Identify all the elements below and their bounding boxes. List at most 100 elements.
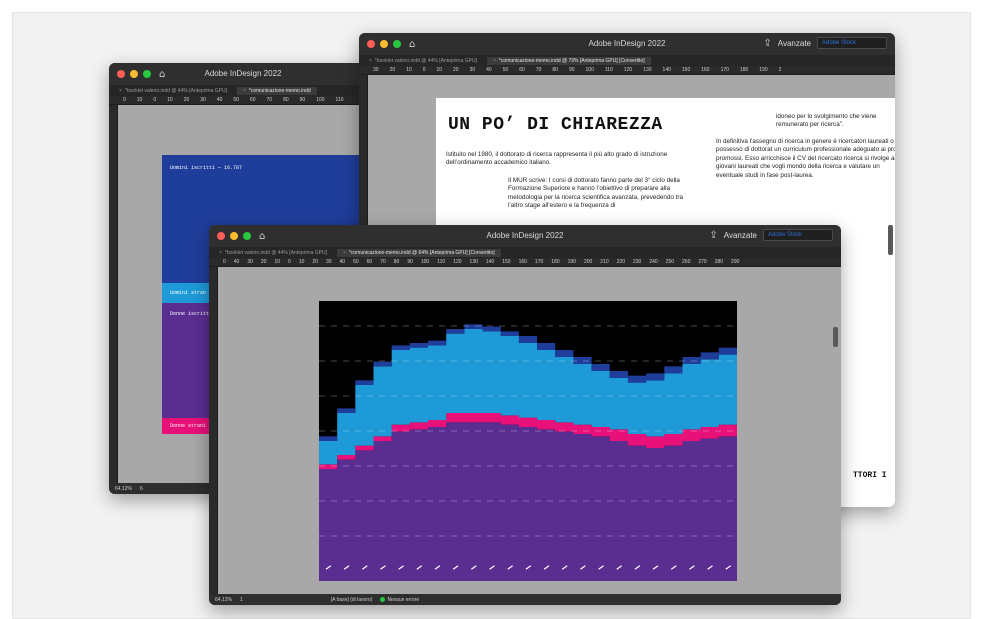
minimize-button[interactable] [230,232,238,240]
cut-heading-text: TTORI I [853,471,887,480]
ruler-tick-label: 180 [551,259,560,265]
tab-booklet[interactable]: × *booklet valerio.indd @ 44% [Anteprima … [363,57,483,65]
ruler-tick-label: 230 [632,259,642,265]
indesign-window-front[interactable]: ⌂ Adobe InDesign 2022 ⇪ Avanzate Adobe S… [209,225,841,605]
ruler-tick-label: 10 [274,259,281,265]
close-tab-icon[interactable]: × [243,88,246,94]
vertical-scrollbar[interactable] [888,225,893,255]
ruler-tick-label: 30 [247,259,253,265]
vertical-ruler[interactable] [109,105,118,483]
ruler-tick-label: 170 [720,67,729,73]
minimize-button[interactable] [380,40,388,48]
vertical-ruler[interactable] [209,267,218,594]
ruler-tick-label: 130 [643,67,652,73]
paragraph-mur: Il MUR scrive: I corsi di dottorato fann… [508,177,684,210]
close-button[interactable] [217,232,225,240]
tab-booklet[interactable]: × *booklet valerio.indd @ 44% [Anteprima … [213,249,333,257]
ruler-tick-label: 80 [552,67,558,73]
women-foreign-label: Donne strani [170,423,207,429]
close-tab-icon[interactable]: × [493,58,496,64]
ruler-tick-label: 160 [701,67,710,73]
ruler-tick-label: 60 [366,259,373,265]
ruler-tick-label: 30 [469,67,476,73]
window-controls[interactable] [217,232,251,240]
ruler-tick-label: 20 [183,97,190,103]
ruler-tick-label: 0 [223,259,226,265]
ruler-tick-label: 50 [502,67,509,73]
ruler-tick-label: 110 [437,259,446,265]
home-icon[interactable]: ⌂ [259,231,265,242]
document-tabs[interactable]: × *booklet valerio.indd @ 44% [Anteprima … [209,247,841,258]
tab-comunicazione[interactable]: × *comunicazione-memo.indd @ 79% [Antepri… [487,56,651,65]
title-bar[interactable]: ⌂ Adobe InDesign 2022 ⇪ Avanzate Adobe S… [209,225,841,247]
close-button[interactable] [117,70,125,78]
zoom-level[interactable]: 64,12% [115,486,132,492]
minimize-button[interactable] [130,70,138,78]
tab-comunicazione-label: *comunicazione-memo.indd @ 79% [Anteprim… [498,57,645,64]
document-tabs[interactable]: × *booklet valerio.indd @ 44% [Anteprima … [359,55,895,66]
ruler-tick-label: 30 [325,259,332,265]
tab-comunicazione[interactable]: × *comunicazione-memo.indd [237,86,317,95]
screenshot-frame: ⌂ Adobe InDesign 2022 × *booklet valerio.… [12,12,971,619]
ruler-tick-label: 120 [453,259,462,265]
ruler-tick-label: 100 [316,97,325,103]
ruler-tick-label: 40 [339,259,346,265]
close-tab-icon[interactable]: × [119,88,122,94]
ruler-tick-label: 190 [759,67,768,73]
close-button[interactable] [367,40,375,48]
window-controls[interactable] [367,40,401,48]
title-bar[interactable]: ⌂ Adobe InDesign 2022 ⇪ Avanzate Adobe S… [359,33,895,55]
zoom-button[interactable] [243,232,251,240]
title-tools: ⇪ Avanzate Adobe Stock [709,229,833,241]
advanced-menu[interactable]: Avanzate [724,231,757,240]
ruler-tick-label: 190 [567,259,576,265]
ruler-tick-label: 220 [616,259,625,265]
ruler-tick-label: 160 [518,259,527,265]
horizontal-ruler[interactable]: 0 40 30 20 10 0 10 20 30 40 50 60 70 80 90 100 110 120 130… [209,258,841,267]
ruler-tick-label: 100 [585,67,594,73]
zoom-button[interactable] [143,70,151,78]
ruler-tick-label: 150 [502,259,511,265]
title-bar[interactable]: ⌂ Adobe InDesign 2022 [109,63,377,85]
preflight-status[interactable]: Nessun errore [380,597,419,603]
zoom-button[interactable] [393,40,401,48]
tab-booklet[interactable]: × *booklet valerio.indd @ 44% [Anteprima … [113,87,233,95]
preflight-label: Nessun errore [387,596,420,603]
ruler-tick-label: 150 [681,67,691,73]
preflight-ok-icon [380,596,386,602]
home-icon[interactable]: ⌂ [409,39,415,50]
zoom-level[interactable]: 64,12% [215,597,232,603]
stacked-area-chart[interactable] [319,301,737,581]
tab-comunicazione[interactable]: × *comunicazione-memo.indd @ 64% [Antepri… [337,248,501,257]
horizontal-ruler[interactable]: 0 10 0 10 20 30 40 50 60 70 80 90 100 110 [109,96,377,105]
ruler-tick-label: 70 [380,259,386,265]
status-bar: 64,12% 1 [A base] (di lavoro) Nessun err… [209,594,841,605]
adobe-stock-search[interactable]: Adobe Stock [763,229,833,241]
ruler-tick-label: 0 [422,67,426,73]
ruler-tick-label: 60 [249,97,256,103]
home-icon[interactable]: ⌂ [159,69,165,80]
close-tab-icon[interactable]: × [369,58,372,64]
advanced-menu[interactable]: Avanzate [778,39,811,48]
ruler-tick-label: 40 [216,97,223,103]
ruler-tick-label: 10 [298,259,305,265]
page-number[interactable]: 1 [240,597,243,603]
vertical-scrollbar[interactable] [833,327,838,347]
title-tools: ⇪ Avanzate Adobe Stock [763,37,887,49]
page-number[interactable]: 6 [140,486,143,492]
pasteboard[interactable] [218,267,841,594]
window-controls[interactable] [117,70,151,78]
share-icon[interactable]: ⇪ [709,230,717,241]
horizontal-ruler[interactable]: 30 20 10 0 10 20 30 40 50 60 70 80 90 100 110 120 130 140… [359,66,895,75]
document-tabs[interactable]: × *booklet valerio.indd @ 44% [Anteprima … [109,85,377,96]
ruler-tick-label: 170 [534,259,544,265]
close-tab-icon[interactable]: × [219,250,222,256]
adobe-stock-search[interactable]: Adobe Stock [817,37,887,49]
ruler-tick-label: 50 [353,259,359,265]
close-tab-icon[interactable]: × [343,250,346,256]
ruler-tick-label: 90 [299,97,306,103]
tab-booklet-label: *booklet valerio.indd @ 44% [Anteprima G… [374,57,477,64]
layer-label[interactable]: [A base] (di lavoro) [331,597,373,603]
share-icon[interactable]: ⇪ [763,38,771,49]
tab-comunicazione-label: *comunicazione-memo.indd [248,87,311,94]
